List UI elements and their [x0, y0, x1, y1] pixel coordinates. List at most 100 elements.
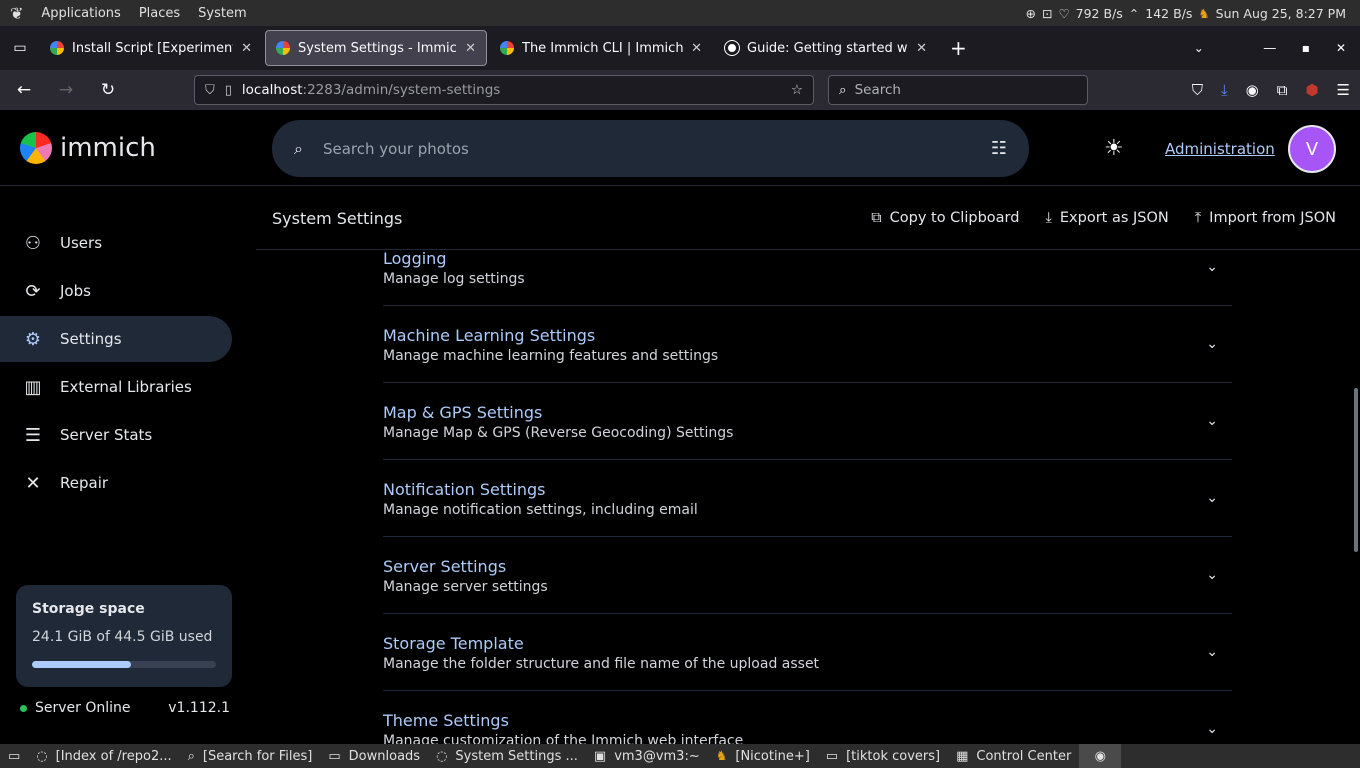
bookmark-star-icon[interactable]: ☆ — [791, 82, 803, 98]
firefox-view-icon[interactable]: ▭ — [0, 40, 40, 56]
close-window-icon[interactable]: ✕ — [1336, 41, 1346, 55]
reload-icon[interactable]: ↻ — [94, 80, 122, 100]
sidebar-item-settings[interactable]: ⚙ Settings — [0, 316, 232, 362]
back-icon[interactable]: ← — [10, 80, 38, 100]
server-status: Server Online v1.112.1 — [20, 700, 230, 716]
server-version[interactable]: v1.112.1 — [168, 700, 230, 716]
photo-search-input[interactable]: ⌕ Search your photos ☷ — [272, 120, 1029, 177]
close-tab-icon[interactable]: ✕ — [241, 41, 252, 56]
chevron-down-icon[interactable]: ⌄ — [1206, 490, 1218, 506]
setting-logging[interactable]: Logging Manage log settings ⌄ — [383, 250, 1232, 306]
setting-notification[interactable]: Notification Settings Manage notificatio… — [383, 460, 1232, 537]
page-scrollbar[interactable] — [1354, 388, 1358, 552]
storage-used: 24.1 GiB of 44.5 GiB used — [32, 629, 213, 645]
tools-icon: ✕ — [25, 472, 41, 494]
nicotine-tray-icon[interactable]: ♞ — [1198, 6, 1209, 21]
list-all-tabs-icon[interactable]: ⌄ — [1194, 41, 1204, 55]
immich-logo[interactable]: immich — [20, 131, 156, 164]
vpn-icon[interactable]: ⊡ — [1042, 6, 1052, 21]
task-active-firefox[interactable]: ◉ — [1079, 744, 1122, 768]
setting-theme[interactable]: Theme Settings Manage customization of t… — [383, 691, 1232, 744]
gnome-foot-icon[interactable]: ❦ — [10, 4, 23, 23]
gnome-top-panel: ❦ Applications Places System ⊕ ⊡ ♡ 792 B… — [0, 0, 1360, 26]
task-terminal[interactable]: ▣ vm3@vm3:~ — [586, 744, 708, 768]
page-info-icon[interactable]: ▯ — [225, 83, 232, 98]
user-avatar[interactable]: V — [1288, 125, 1336, 173]
menu-applications[interactable]: Applications — [41, 6, 120, 21]
setting-server[interactable]: Server Settings Manage server settings ⌄ — [383, 537, 1232, 614]
chevron-down-icon[interactable]: ⌄ — [1206, 413, 1218, 429]
github-favicon-icon — [724, 40, 740, 56]
downloads-icon[interactable]: ⤓ — [1221, 81, 1228, 99]
sidebar-item-server-stats[interactable]: ☰ Server Stats — [0, 412, 232, 458]
sidebar-item-users[interactable]: ⚇ Users — [0, 220, 232, 266]
immich-favicon-icon — [50, 41, 64, 55]
chevron-down-icon[interactable]: ⌄ — [1206, 721, 1218, 737]
nicotine-icon: ♞ — [715, 748, 728, 764]
task-nicotine[interactable]: ♞ [Nicotine+] — [708, 744, 818, 768]
ublock-icon[interactable]: ⬢ — [1305, 81, 1318, 99]
close-tab-icon[interactable]: ✕ — [916, 41, 927, 56]
firefox-icon: ◌ — [436, 748, 448, 764]
search-icon[interactable]: ⌕ — [294, 139, 303, 159]
maximize-icon[interactable]: ▪ — [1302, 41, 1310, 55]
task-index-repo2[interactable]: ◌ [Index of /repo2... — [28, 744, 179, 768]
copy-icon: ⧉ — [871, 210, 882, 226]
tab-system-settings[interactable]: System Settings - Immich ✕ — [265, 30, 487, 66]
users-icon: ⚇ — [24, 232, 42, 254]
tab-github-guide[interactable]: Guide: Getting started with ✕ — [715, 30, 937, 66]
task-control-center[interactable]: ▦ Control Center — [948, 744, 1079, 768]
administration-link[interactable]: Administration — [1165, 140, 1275, 158]
import-json-button[interactable]: ⤒ Import from JSON — [1195, 210, 1336, 226]
setting-storage-template[interactable]: Storage Template Manage the folder struc… — [383, 614, 1232, 691]
show-desktop-icon[interactable]: ▭ — [0, 744, 28, 768]
close-tab-icon[interactable]: ✕ — [465, 41, 476, 56]
sidebar-item-jobs[interactable]: ⟳ Jobs — [0, 268, 232, 314]
setting-machine-learning[interactable]: Machine Learning Settings Manage machine… — [383, 306, 1232, 383]
tab-install-script[interactable]: Install Script [Experimental] ✕ — [40, 30, 262, 66]
online-dot-icon — [20, 704, 27, 712]
search-icon: ⌕ — [187, 748, 195, 764]
chevron-down-icon[interactable]: ⌄ — [1206, 644, 1218, 660]
extensions-icon[interactable]: ⧉ — [1277, 81, 1288, 99]
chevron-down-icon[interactable]: ⌄ — [1206, 567, 1218, 583]
task-tiktok-covers[interactable]: ▭ [tiktok covers] — [818, 744, 948, 768]
gear-icon: ⚙ — [24, 328, 42, 350]
hamburger-menu-icon[interactable]: ☰ — [1337, 81, 1350, 99]
chevron-down-icon[interactable]: ⌄ — [1206, 336, 1218, 352]
sidebar-item-external-libraries[interactable]: ▥ External Libraries — [0, 364, 232, 410]
task-downloads[interactable]: ▭ Downloads — [320, 744, 428, 768]
immich-favicon-icon — [276, 41, 290, 55]
sidebar-item-repair[interactable]: ✕ Repair — [0, 460, 232, 506]
account-icon[interactable]: ◉ — [1246, 81, 1259, 99]
search-icon: ⌕ — [839, 82, 847, 98]
setting-map-gps[interactable]: Map & GPS Settings Manage Map & GPS (Rev… — [383, 383, 1232, 460]
menu-system[interactable]: System — [198, 6, 246, 21]
tab-immich-cli[interactable]: The Immich CLI | Immich ✕ — [490, 30, 712, 66]
task-system-settings[interactable]: ◌ System Settings ... — [428, 744, 586, 768]
shield-icon[interactable]: ⛉ — [205, 83, 215, 98]
browser-search-input[interactable]: ⌕ Search — [828, 75, 1088, 105]
task-search-files[interactable]: ⌕ [Search for Files] — [180, 744, 321, 768]
url-bar[interactable]: ⛉ ▯ localhost :2283/admin/system-setting… — [194, 75, 814, 105]
theme-toggle-sun-icon[interactable]: ☀ — [1104, 136, 1124, 161]
server-icon: ☰ — [24, 424, 42, 446]
admin-sidebar: ⚇ Users ⟳ Jobs ⚙ Settings ▥ External Lib… — [0, 186, 256, 744]
export-json-button[interactable]: ⤓ Export as JSON — [1045, 210, 1168, 226]
browser-toolbar: ← → ↻ ⛉ ▯ localhost :2283/admin/system-s… — [0, 70, 1360, 110]
pocket-icon[interactable]: ⛉ — [1192, 81, 1203, 99]
copy-to-clipboard-button[interactable]: ⧉ Copy to Clipboard — [871, 210, 1019, 226]
page-title: System Settings — [272, 208, 403, 228]
minimize-icon[interactable]: ― — [1264, 41, 1276, 55]
close-tab-icon[interactable]: ✕ — [691, 41, 702, 56]
browser-tab-bar: ▭ Install Script [Experimental] ✕ System… — [0, 26, 1360, 70]
network-icon[interactable]: ⊕ — [1025, 6, 1035, 21]
new-tab-icon[interactable]: + — [950, 36, 967, 60]
search-options-icon[interactable]: ☷ — [991, 138, 1007, 159]
net-down: 792 B/s — [1075, 5, 1123, 21]
forward-icon[interactable]: → — [52, 80, 80, 100]
storage-progress-fill — [32, 661, 132, 668]
chevron-down-icon[interactable]: ⌄ — [1206, 259, 1218, 275]
menu-places[interactable]: Places — [139, 6, 180, 21]
clock[interactable]: Sun Aug 25, 8:27 PM — [1216, 6, 1346, 21]
